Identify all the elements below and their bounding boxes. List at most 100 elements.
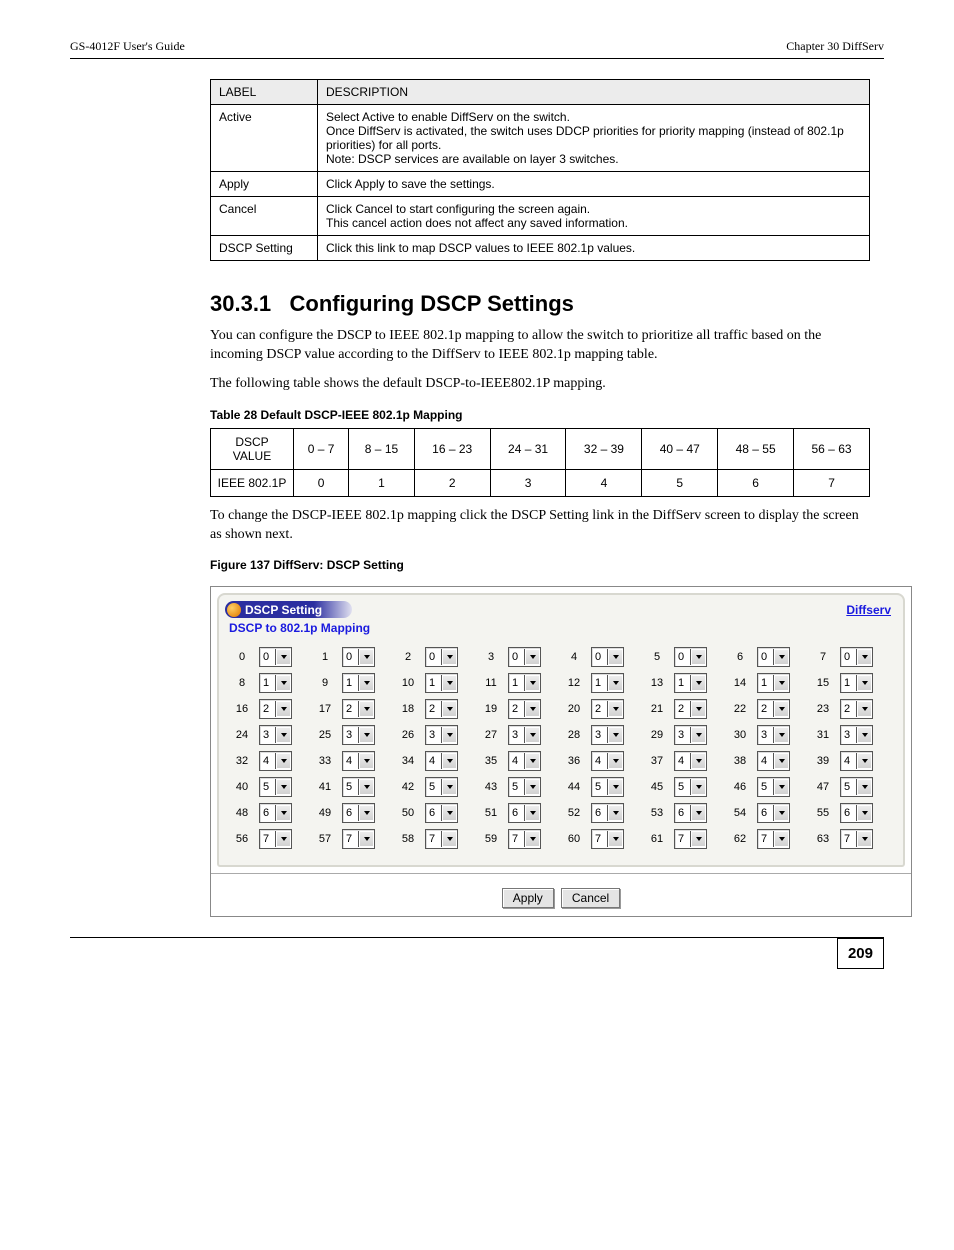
priority-dropdown[interactable]: 3 — [425, 725, 458, 745]
chevron-down-icon[interactable] — [358, 779, 374, 795]
priority-dropdown[interactable]: 5 — [674, 777, 707, 797]
priority-dropdown[interactable]: 0 — [425, 647, 458, 667]
chevron-down-icon[interactable] — [524, 831, 540, 847]
priority-dropdown[interactable]: 0 — [591, 647, 624, 667]
chevron-down-icon[interactable] — [441, 779, 457, 795]
priority-dropdown[interactable]: 2 — [757, 699, 790, 719]
chevron-down-icon[interactable] — [524, 753, 540, 769]
priority-dropdown[interactable]: 3 — [508, 725, 541, 745]
chevron-down-icon[interactable] — [607, 701, 623, 717]
chevron-down-icon[interactable] — [275, 675, 291, 691]
chevron-down-icon[interactable] — [524, 727, 540, 743]
priority-dropdown[interactable]: 0 — [840, 647, 873, 667]
chevron-down-icon[interactable] — [524, 701, 540, 717]
chevron-down-icon[interactable] — [358, 727, 374, 743]
chevron-down-icon[interactable] — [773, 727, 789, 743]
priority-dropdown[interactable]: 5 — [342, 777, 375, 797]
chevron-down-icon[interactable] — [773, 753, 789, 769]
priority-dropdown[interactable]: 3 — [342, 725, 375, 745]
chevron-down-icon[interactable] — [275, 753, 291, 769]
priority-dropdown[interactable]: 4 — [425, 751, 458, 771]
priority-dropdown[interactable]: 0 — [342, 647, 375, 667]
priority-dropdown[interactable]: 5 — [425, 777, 458, 797]
chevron-down-icon[interactable] — [690, 753, 706, 769]
priority-dropdown[interactable]: 1 — [674, 673, 707, 693]
priority-dropdown[interactable]: 6 — [342, 803, 375, 823]
priority-dropdown[interactable]: 4 — [259, 751, 292, 771]
priority-dropdown[interactable]: 4 — [591, 751, 624, 771]
chevron-down-icon[interactable] — [773, 779, 789, 795]
priority-dropdown[interactable]: 2 — [259, 699, 292, 719]
priority-dropdown[interactable]: 3 — [674, 725, 707, 745]
priority-dropdown[interactable]: 7 — [425, 829, 458, 849]
chevron-down-icon[interactable] — [275, 831, 291, 847]
chevron-down-icon[interactable] — [441, 701, 457, 717]
priority-dropdown[interactable]: 6 — [757, 803, 790, 823]
priority-dropdown[interactable]: 0 — [757, 647, 790, 667]
chevron-down-icon[interactable] — [690, 727, 706, 743]
chevron-down-icon[interactable] — [524, 805, 540, 821]
diffserv-link[interactable]: Diffserv — [846, 603, 891, 617]
chevron-down-icon[interactable] — [773, 675, 789, 691]
priority-dropdown[interactable]: 5 — [508, 777, 541, 797]
chevron-down-icon[interactable] — [275, 805, 291, 821]
chevron-down-icon[interactable] — [607, 727, 623, 743]
chevron-down-icon[interactable] — [524, 649, 540, 665]
chevron-down-icon[interactable] — [690, 675, 706, 691]
priority-dropdown[interactable]: 7 — [508, 829, 541, 849]
chevron-down-icon[interactable] — [773, 649, 789, 665]
priority-dropdown[interactable]: 7 — [591, 829, 624, 849]
priority-dropdown[interactable]: 2 — [425, 699, 458, 719]
priority-dropdown[interactable]: 2 — [674, 699, 707, 719]
priority-dropdown[interactable]: 1 — [425, 673, 458, 693]
priority-dropdown[interactable]: 7 — [259, 829, 292, 849]
chevron-down-icon[interactable] — [773, 831, 789, 847]
priority-dropdown[interactable]: 1 — [757, 673, 790, 693]
chevron-down-icon[interactable] — [441, 753, 457, 769]
chevron-down-icon[interactable] — [856, 805, 872, 821]
chevron-down-icon[interactable] — [275, 649, 291, 665]
chevron-down-icon[interactable] — [275, 779, 291, 795]
priority-dropdown[interactable]: 6 — [508, 803, 541, 823]
chevron-down-icon[interactable] — [441, 675, 457, 691]
chevron-down-icon[interactable] — [358, 753, 374, 769]
chevron-down-icon[interactable] — [524, 675, 540, 691]
chevron-down-icon[interactable] — [607, 805, 623, 821]
chevron-down-icon[interactable] — [524, 779, 540, 795]
chevron-down-icon[interactable] — [856, 831, 872, 847]
chevron-down-icon[interactable] — [607, 753, 623, 769]
priority-dropdown[interactable]: 5 — [840, 777, 873, 797]
priority-dropdown[interactable]: 0 — [259, 647, 292, 667]
chevron-down-icon[interactable] — [856, 701, 872, 717]
priority-dropdown[interactable]: 5 — [757, 777, 790, 797]
priority-dropdown[interactable]: 1 — [342, 673, 375, 693]
chevron-down-icon[interactable] — [441, 649, 457, 665]
chevron-down-icon[interactable] — [856, 753, 872, 769]
priority-dropdown[interactable]: 4 — [674, 751, 707, 771]
priority-dropdown[interactable]: 0 — [674, 647, 707, 667]
priority-dropdown[interactable]: 2 — [591, 699, 624, 719]
priority-dropdown[interactable]: 4 — [342, 751, 375, 771]
priority-dropdown[interactable]: 5 — [259, 777, 292, 797]
chevron-down-icon[interactable] — [607, 675, 623, 691]
chevron-down-icon[interactable] — [690, 779, 706, 795]
chevron-down-icon[interactable] — [607, 649, 623, 665]
priority-dropdown[interactable]: 1 — [591, 673, 624, 693]
chevron-down-icon[interactable] — [358, 649, 374, 665]
chevron-down-icon[interactable] — [773, 805, 789, 821]
priority-dropdown[interactable]: 1 — [508, 673, 541, 693]
priority-dropdown[interactable]: 2 — [342, 699, 375, 719]
priority-dropdown[interactable]: 7 — [757, 829, 790, 849]
priority-dropdown[interactable]: 4 — [757, 751, 790, 771]
chevron-down-icon[interactable] — [607, 779, 623, 795]
priority-dropdown[interactable]: 7 — [342, 829, 375, 849]
priority-dropdown[interactable]: 4 — [508, 751, 541, 771]
priority-dropdown[interactable]: 4 — [840, 751, 873, 771]
chevron-down-icon[interactable] — [773, 701, 789, 717]
priority-dropdown[interactable]: 7 — [674, 829, 707, 849]
chevron-down-icon[interactable] — [275, 727, 291, 743]
priority-dropdown[interactable]: 0 — [508, 647, 541, 667]
priority-dropdown[interactable]: 3 — [591, 725, 624, 745]
cancel-button[interactable]: Cancel — [561, 888, 620, 908]
priority-dropdown[interactable]: 1 — [259, 673, 292, 693]
